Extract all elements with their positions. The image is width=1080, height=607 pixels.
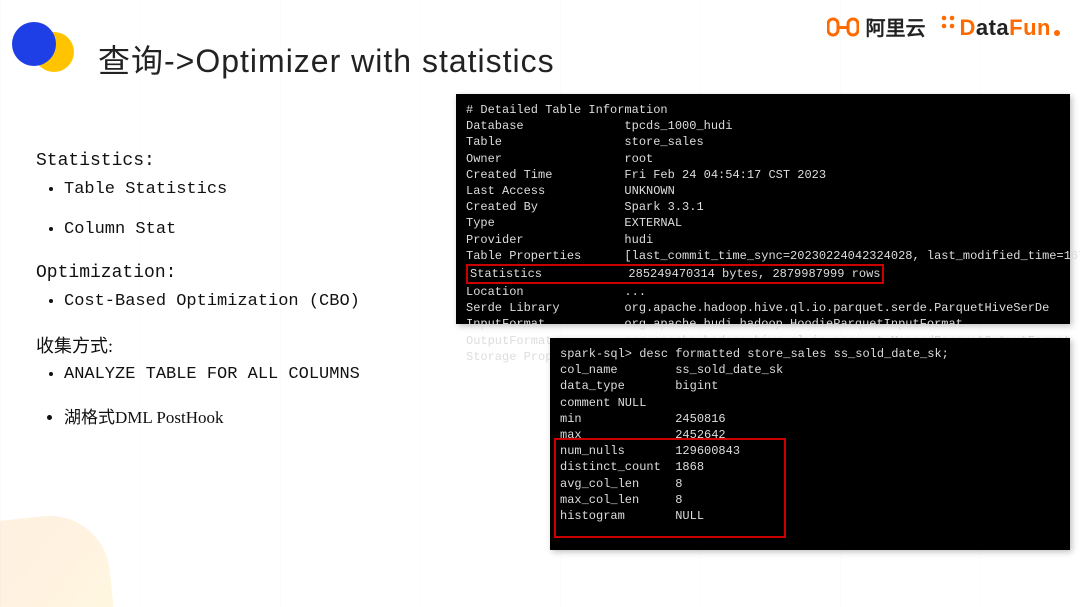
terminal-line: Table store_sales: [466, 134, 1060, 150]
terminal-line: min 2450816: [560, 411, 1060, 427]
terminal-line: max_col_len 8: [560, 492, 1060, 508]
content-panel: Statistics: Table Statistics Column Stat…: [36, 148, 436, 433]
list-item: Cost-Based Optimization (CBO): [64, 289, 436, 315]
list-item: 湖格式DML PostHook: [64, 405, 436, 431]
opt-list: Cost-Based Optimization (CBO): [36, 289, 436, 315]
datafun-dot-icon: [1054, 30, 1060, 36]
terminal-line: comment NULL: [560, 395, 1060, 411]
opt-heading: Optimization:: [36, 260, 436, 287]
terminal-line: num_nulls 129600843: [560, 443, 1060, 459]
terminal-top: # Detailed Table Information Database tp…: [456, 94, 1070, 324]
datafun-logo: DataFun: [939, 13, 1060, 41]
brand-logos: 阿里云 DataFun: [827, 12, 1060, 41]
collect-list-2: 湖格式DML PostHook: [36, 405, 436, 431]
terminal-line: Database tpcds_1000_hudi: [466, 118, 1060, 134]
datafun-ata: ata: [976, 15, 1009, 41]
terminal-line: avg_col_len 8: [560, 476, 1060, 492]
datafun-icon: [939, 13, 957, 35]
terminal-line: Provider hudi: [466, 232, 1060, 248]
terminal-line: Created By Spark 3.3.1: [466, 199, 1060, 215]
terminal-stats-line: Statistics 285249470314 bytes, 287998799…: [466, 264, 1060, 284]
terminal-line: Created Time Fri Feb 24 04:54:17 CST 202…: [466, 167, 1060, 183]
terminal-bottom: spark-sql> desc formatted store_sales ss…: [550, 338, 1070, 550]
collect-list: ANALYZE TABLE FOR ALL COLUMNS: [36, 362, 436, 388]
aliyun-icon: [827, 16, 859, 38]
terminal-line: Last Access UNKNOWN: [466, 183, 1060, 199]
terminal-line: Owner root: [466, 151, 1060, 167]
terminal-prompt: spark-sql> desc formatted store_sales ss…: [560, 346, 1060, 362]
list-item: Table Statistics: [64, 177, 436, 203]
list-item: ANALYZE TABLE FOR ALL COLUMNS: [64, 362, 436, 388]
logo-circle-blue: [12, 22, 56, 66]
datafun-d: D: [959, 15, 975, 41]
terminal-line: Serde Library org.apache.hadoop.hive.ql.…: [466, 300, 1060, 316]
terminal-line: Type EXTERNAL: [466, 215, 1060, 231]
stats-list: Table Statistics: [36, 177, 436, 203]
logo-circles: [6, 14, 78, 74]
list-item: Column Stat: [64, 217, 436, 243]
collect-heading: 收集方式:: [36, 333, 436, 360]
datafun-fun: Fun: [1009, 15, 1051, 41]
terminal-line: InputFormat org.apache.hudi.hadoop.Hoodi…: [466, 316, 1060, 332]
terminal-line: # Detailed Table Information: [466, 102, 1060, 118]
stats-heading: Statistics:: [36, 148, 436, 175]
terminal-line: data_type bigint: [560, 378, 1060, 394]
stats-list-2: Column Stat: [36, 217, 436, 243]
terminal-line: histogram NULL: [560, 508, 1060, 524]
terminal-line: max 2452642: [560, 427, 1060, 443]
page-title: 查询->Optimizer with statistics: [98, 36, 555, 82]
terminal-line: Table Properties [last_commit_time_sync=…: [466, 248, 1060, 264]
aliyun-logo: 阿里云: [827, 12, 925, 41]
aliyun-text: 阿里云: [865, 12, 925, 41]
terminal-line: col_name ss_sold_date_sk: [560, 362, 1060, 378]
slide: 阿里云 DataFun 查询->Optimizer with statistic…: [0, 0, 1080, 607]
terminal-line: distinct_count 1868: [560, 459, 1060, 475]
terminal-line: Location ...: [466, 284, 1060, 300]
